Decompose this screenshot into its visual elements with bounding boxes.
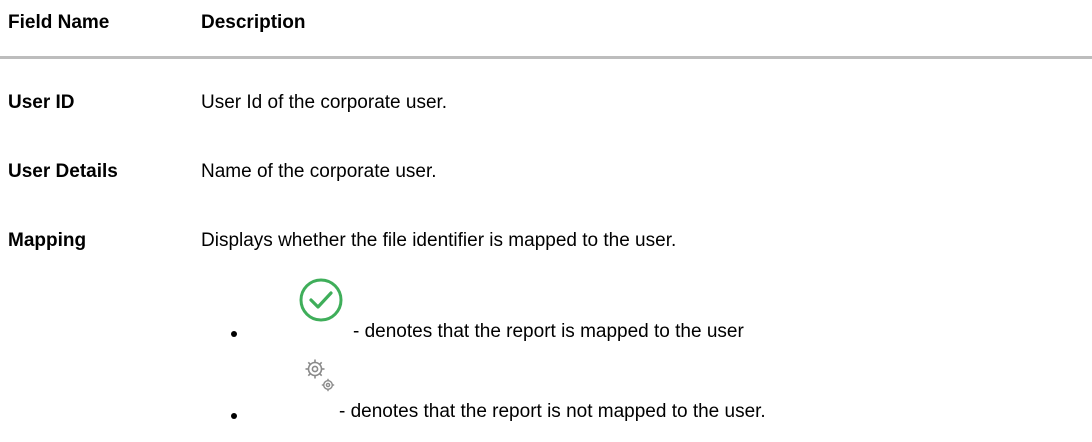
field-description: Name of the corporate user. [201,161,437,182]
bullet-text: - denotes that the report is mapped to t… [353,321,744,342]
column-header-field-name: Field Name [8,12,110,33]
table-header-row: Field Name Description [0,0,1092,59]
field-description-table: Field Name Description User ID User Id o… [0,0,1092,442]
bullet-dot [231,413,237,419]
field-name: User Details [8,161,118,182]
check-circle-icon [297,276,345,324]
field-description: User Id of the corporate user. [201,92,448,113]
field-description: Displays whether the file identifier is … [201,230,677,251]
bullet-text: - denotes that the report is not mapped … [339,401,766,422]
bullet-dot [231,331,237,337]
column-header-description: Description [201,12,306,33]
field-name: User ID [8,92,75,113]
gears-icon [300,352,340,400]
field-name: Mapping [8,230,87,251]
